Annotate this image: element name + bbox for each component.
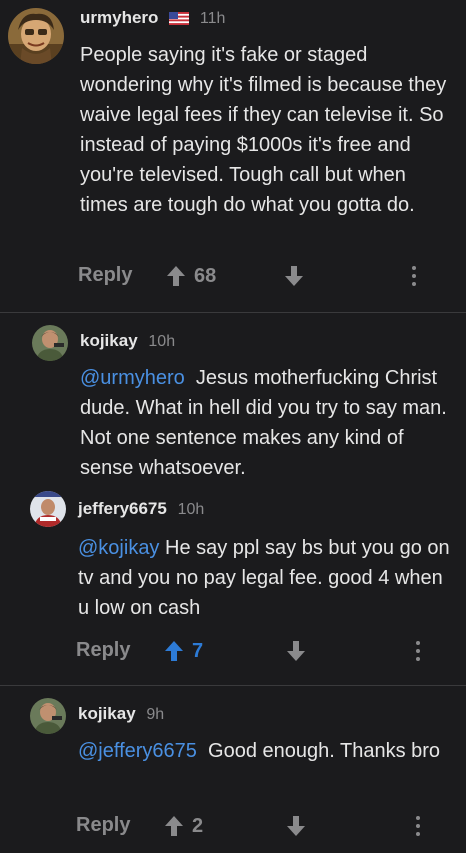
reply-button[interactable]: Reply [76, 814, 130, 837]
timestamp: 10h [177, 501, 205, 518]
arrow-down-icon [287, 641, 305, 661]
more-options-button[interactable] [415, 640, 421, 662]
comment-body: @urmyhero Jesus motherfucking Christ dud… [80, 363, 456, 483]
us-flag-icon [169, 12, 190, 26]
upvote-button[interactable]: 2 [164, 811, 203, 841]
comment-thread: kojikay 10h @urmyhero Jesus motherfuckin… [0, 313, 466, 685]
comment-actions: Reply 7 [0, 631, 466, 671]
upvote-button[interactable]: 7 [164, 636, 203, 666]
arrow-up-icon [165, 641, 183, 661]
downvote-button[interactable] [286, 640, 308, 662]
arrow-down-icon [287, 816, 305, 836]
downvote-button[interactable] [286, 815, 308, 837]
username-text[interactable]: urmyhero [80, 8, 158, 27]
comment-actions: Reply 68 [0, 256, 466, 296]
more-options-button[interactable] [411, 265, 417, 287]
vote-count: 7 [192, 639, 204, 662]
reply-button[interactable]: Reply [76, 639, 130, 662]
avatar[interactable] [8, 8, 64, 64]
username[interactable]: kojikay 10h [80, 331, 175, 351]
user-mention[interactable]: @kojikay [78, 537, 159, 559]
timestamp: 9h [146, 706, 165, 723]
timestamp: 10h [148, 333, 176, 350]
upvote-button[interactable]: 68 [166, 261, 216, 291]
username-text[interactable]: kojikay [80, 331, 138, 350]
more-options-button[interactable] [415, 815, 421, 837]
comment-kojikay: kojikay 9h @jeffery6675 Good enough. Tha… [0, 686, 466, 853]
more-vertical-icon [412, 266, 416, 286]
username-text[interactable]: kojikay [78, 704, 136, 723]
avatar[interactable] [30, 491, 66, 527]
more-vertical-icon [416, 816, 420, 836]
user-mention[interactable]: @urmyhero [80, 367, 185, 389]
username[interactable]: kojikay 9h [78, 704, 164, 724]
username-text[interactable]: jeffery6675 [78, 499, 167, 518]
comment-actions: Reply 2 [0, 806, 466, 846]
downvote-button[interactable] [284, 265, 306, 287]
comment-body: @kojikay He say ppl say bs but you go on… [78, 533, 456, 623]
comment-text: Good enough. Thanks bro [208, 740, 441, 762]
user-mention[interactable]: @jeffery6675 [78, 740, 197, 762]
vote-count: 2 [192, 814, 204, 837]
arrow-up-icon [165, 816, 183, 836]
username[interactable]: jeffery6675 10h [78, 499, 204, 519]
more-vertical-icon [416, 641, 420, 661]
username[interactable]: urmyhero 11h [80, 8, 225, 28]
vote-count: 68 [194, 264, 217, 287]
avatar[interactable] [30, 698, 66, 734]
arrow-up-icon [167, 266, 185, 286]
avatar[interactable] [32, 325, 68, 361]
reply-button[interactable]: Reply [78, 264, 132, 287]
comment-body: @jeffery6675 Good enough. Thanks bro [78, 736, 454, 766]
comment-body: People saying it's fake or staged wonder… [80, 44, 447, 216]
arrow-down-icon [285, 266, 303, 286]
timestamp: 11h [199, 10, 226, 27]
comment-urmyhero: urmyhero 11h People saying it's fake or … [0, 0, 466, 312]
